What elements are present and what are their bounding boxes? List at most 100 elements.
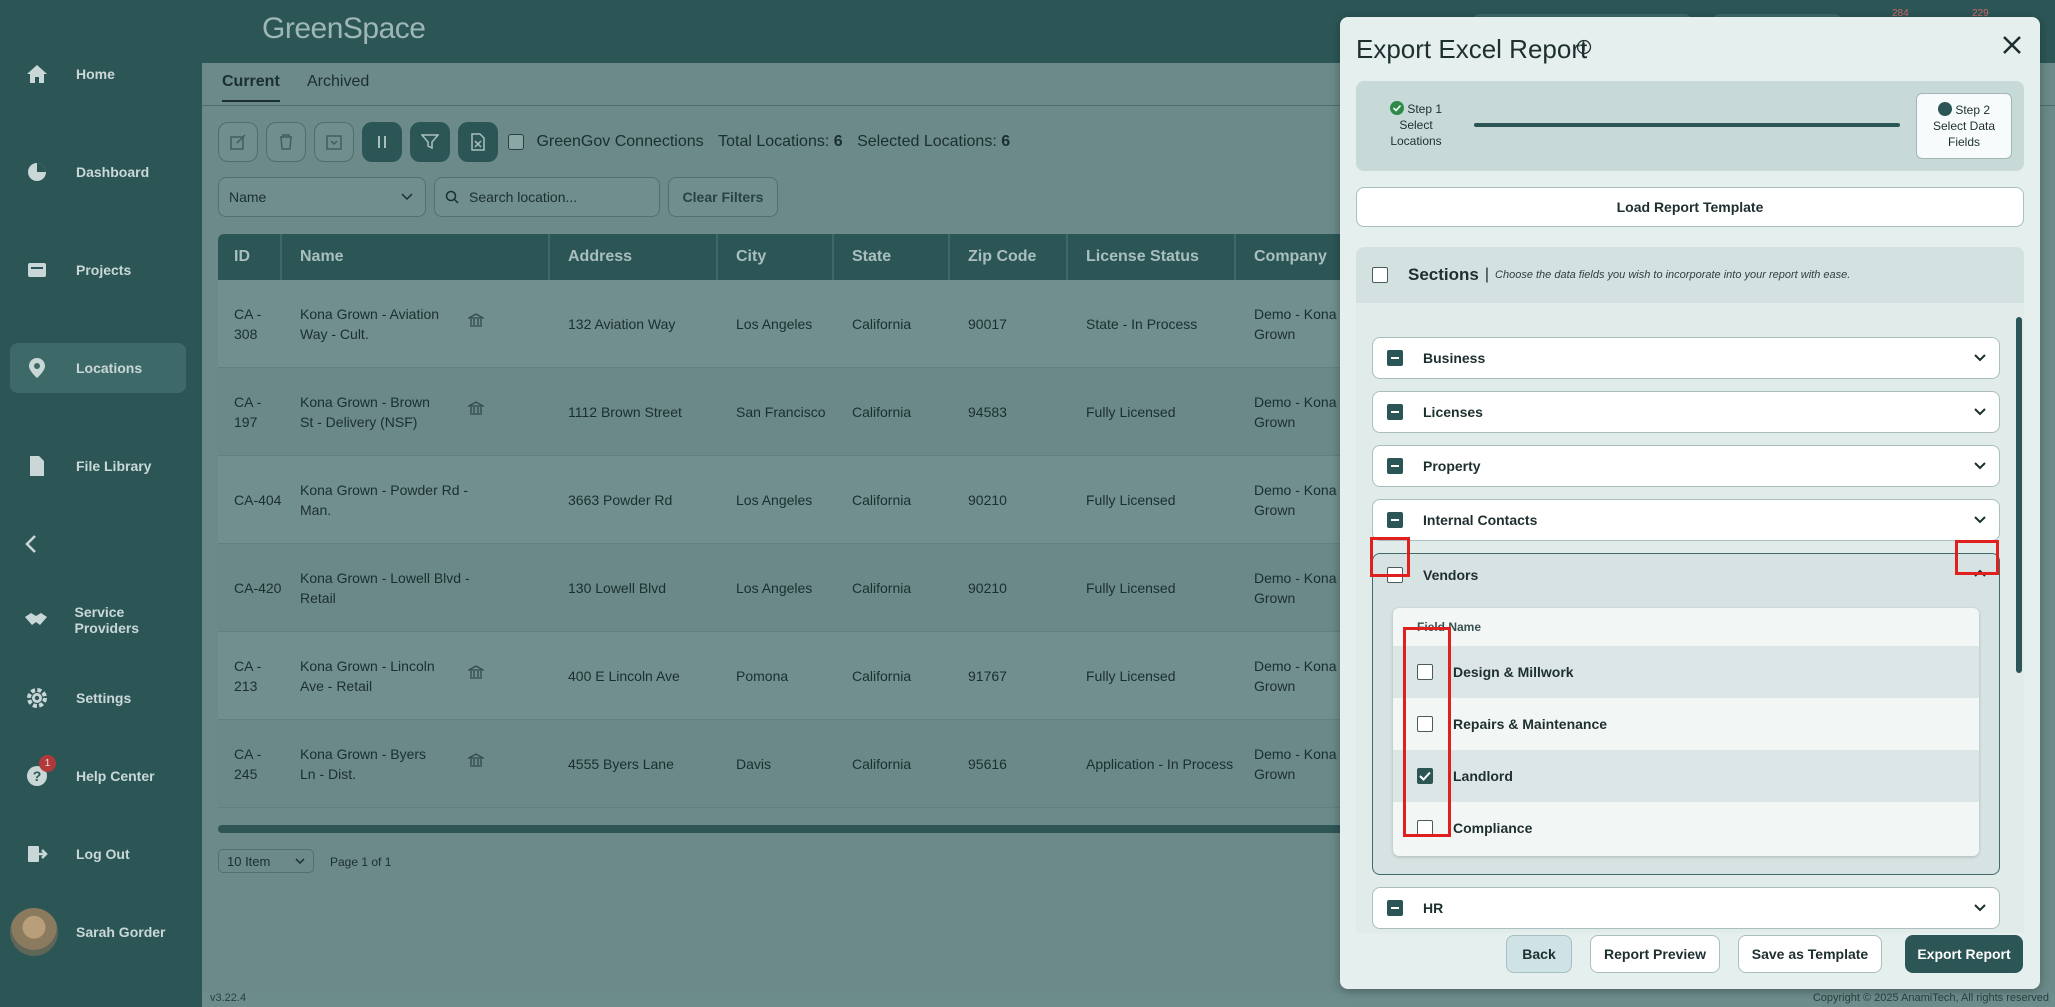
sidebar-item-help-center[interactable]: ? 1 Help Center [10, 751, 186, 801]
sections-header: Sections | Choose the data fields you wi… [1356, 247, 2024, 303]
user-profile[interactable]: Sarah Gorder [10, 908, 165, 956]
page-size-select[interactable]: 10 Item [218, 849, 314, 873]
section-partial-checkbox[interactable] [1387, 404, 1403, 420]
cell-text: Kona Grown - Byers [300, 746, 427, 762]
chevron-down-icon[interactable] [1973, 458, 1987, 474]
column-header-name[interactable]: Name [300, 248, 344, 266]
chevron-down-icon[interactable] [1973, 404, 1987, 420]
column-header-state[interactable]: State [852, 248, 891, 266]
cell-id: CA-420 [234, 578, 281, 598]
sections-select-all-checkbox[interactable] [1372, 267, 1388, 283]
cell-city: Los Angeles [736, 314, 812, 334]
user-name: Sarah Gorder [76, 924, 166, 940]
vertical-scrollbar[interactable] [2016, 317, 2022, 673]
cell-text: Kona Grown - Lowell Blvd - [300, 570, 470, 586]
field-row-landlord[interactable]: Landlord [1393, 750, 1979, 802]
cell-zip: 90210 [968, 578, 1007, 598]
sidebar-item-projects[interactable]: Projects [10, 245, 186, 295]
section-hr[interactable]: HR [1372, 887, 2000, 929]
table-row[interactable]: CA - 213 Kona Grown - Lincoln Ave - Retail 4… [218, 632, 1418, 720]
report-preview-button[interactable]: Report Preview [1590, 935, 1720, 973]
column-header-license-status[interactable]: License Status [1086, 248, 1199, 266]
sidebar-item-file-library[interactable]: File Library [10, 441, 186, 491]
sidebar-item-service-providers[interactable]: Service Providers [10, 595, 186, 645]
chevron-down-icon[interactable] [1973, 350, 1987, 366]
filter-button[interactable] [410, 122, 450, 162]
clear-filters-button[interactable]: Clear Filters [668, 177, 778, 217]
cell-text: State - In Process [1086, 316, 1198, 332]
column-header-address[interactable]: Address [568, 248, 632, 266]
edit-icon [230, 134, 246, 150]
bank-icon[interactable] [466, 664, 486, 683]
cell-text: Demo - Kona [1254, 570, 1337, 586]
info-icon[interactable] [1576, 39, 1592, 55]
table-row[interactable]: CA-404 Kona Grown - Powder Rd - Man. 3663 P… [218, 456, 1418, 544]
export-report-button[interactable]: Export Report [1905, 935, 2023, 973]
collapse-sidebar-button[interactable] [10, 519, 50, 569]
back-button[interactable]: Back [1506, 935, 1572, 973]
delete-button[interactable] [266, 122, 306, 162]
pause-button[interactable] [362, 122, 402, 162]
bank-icon[interactable] [466, 400, 486, 419]
bank-icon[interactable] [466, 752, 486, 771]
sidebar-item-home[interactable]: Home [10, 49, 186, 99]
section-internal-contacts[interactable]: Internal Contacts [1372, 499, 2000, 541]
cell-license-status: Fully Licensed [1086, 666, 1176, 686]
field-row-repairs-maintenance[interactable]: Repairs & Maintenance [1393, 698, 1979, 750]
total-locations-label: Total Locations: [718, 133, 830, 150]
sidebar-item-dashboard[interactable]: Dashboard [10, 147, 186, 197]
cell-company: Demo - Kona Grown [1254, 480, 1336, 520]
field-row-design-millwork[interactable]: Design & Millwork [1393, 646, 1979, 698]
load-report-template-button[interactable]: Load Report Template [1356, 187, 2024, 227]
tab-current[interactable]: Current [222, 73, 280, 102]
section-partial-checkbox[interactable] [1387, 350, 1403, 366]
table-row[interactable]: CA - 197 Kona Grown - Brown St - Delivery (… [218, 368, 1418, 456]
chevron-down-icon[interactable] [1973, 900, 1987, 916]
greengov-checkbox[interactable] [508, 133, 524, 150]
close-icon[interactable] [2002, 35, 2022, 55]
section-partial-checkbox[interactable] [1387, 458, 1403, 474]
column-header-id[interactable]: ID [234, 248, 250, 266]
cell-text: Fully Licensed [1086, 668, 1176, 684]
chevron-down-icon[interactable] [1973, 512, 1987, 528]
table-row[interactable]: CA - 308 Kona Grown - Aviation Way - Cult. 1… [218, 280, 1418, 368]
sidebar-item-label: Service Providers [74, 604, 140, 636]
field-row-compliance[interactable]: Compliance [1393, 802, 1979, 854]
section-licenses[interactable]: Licenses [1372, 391, 2000, 433]
sections-subtitle: Choose the data fields you wish to incor… [1495, 269, 1851, 281]
sidebar-item-log-out[interactable]: Log Out [10, 829, 186, 879]
highlight-collapse-chevron [1955, 540, 1999, 575]
section-business[interactable]: Business [1372, 337, 2000, 379]
sidebar-item-settings[interactable]: Settings [10, 673, 186, 723]
section-property[interactable]: Property [1372, 445, 2000, 487]
search-input[interactable]: Search location... [434, 177, 660, 217]
cell-state: California [852, 314, 911, 334]
section-partial-checkbox[interactable] [1387, 512, 1403, 528]
save-as-template-button[interactable]: Save as Template [1738, 935, 1882, 973]
column-header-city[interactable]: City [736, 248, 766, 266]
edit-button[interactable] [218, 122, 258, 162]
cell-address: 3663 Powder Rd [568, 490, 672, 510]
cell-text: 90210 [968, 492, 1007, 508]
cell-text: 1112 Brown Street [568, 404, 682, 420]
cell-text: CA - [234, 746, 262, 762]
archive-button[interactable] [314, 122, 354, 162]
section-partial-checkbox[interactable] [1387, 900, 1403, 916]
filter-field-select[interactable]: Name [218, 177, 426, 217]
cell-text: California [852, 580, 912, 596]
table-row[interactable]: CA - 245 Kona Grown - Byers Ln - Dist. 4555 … [218, 720, 1418, 808]
cell-zip: 91767 [968, 666, 1007, 686]
export-excel-button[interactable] [458, 122, 498, 162]
cell-text: Demo - Kona [1254, 306, 1337, 322]
horizontal-scrollbar[interactable] [218, 825, 1418, 833]
page-indicator: Page 1 of 1 [330, 855, 392, 869]
column-header-company[interactable]: Company [1254, 248, 1327, 266]
cell-name: Kona Grown - Powder Rd - Man. [300, 480, 468, 520]
cell-city: Los Angeles [736, 578, 812, 598]
tab-archived[interactable]: Archived [307, 73, 369, 91]
column-header-zip[interactable]: Zip Code [968, 248, 1036, 266]
bank-icon[interactable] [466, 312, 486, 331]
table-row[interactable]: CA-420 Kona Grown - Lowell Blvd - Retail 13… [218, 544, 1418, 632]
vendors-header[interactable]: Vendors [1373, 554, 1999, 596]
sidebar-item-locations[interactable]: Locations [10, 343, 186, 393]
